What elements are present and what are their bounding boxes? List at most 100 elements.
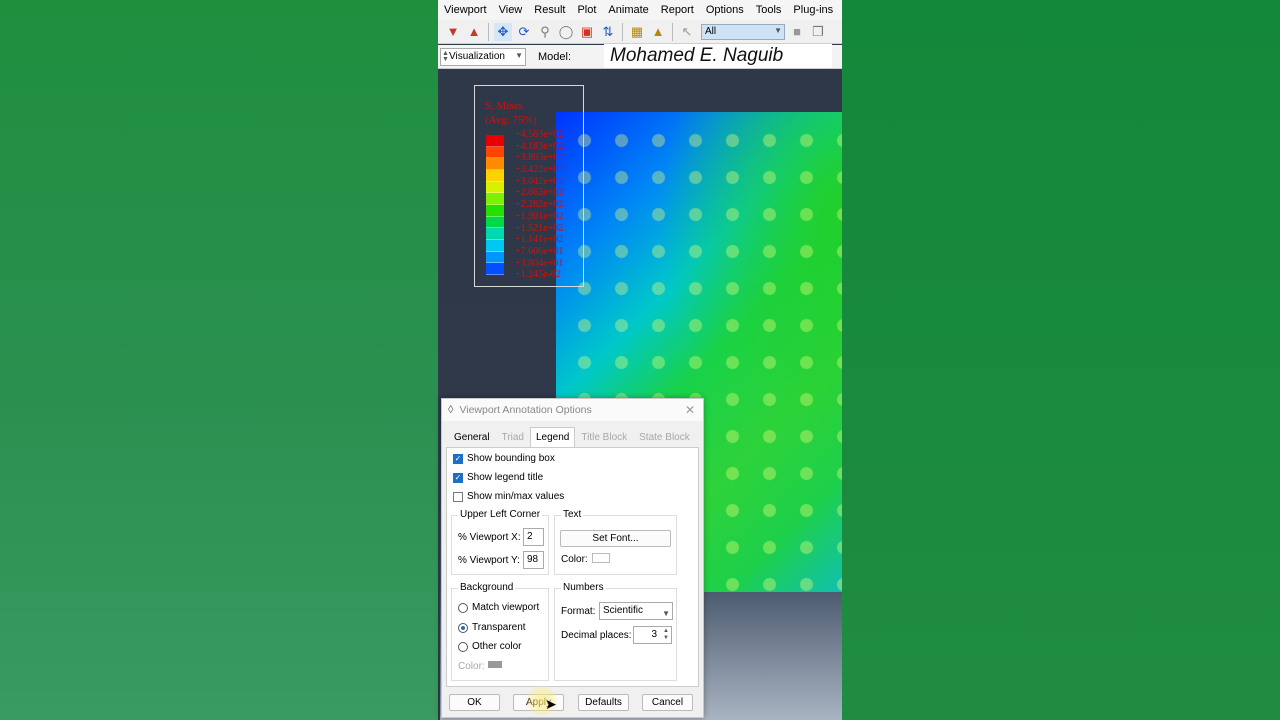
- legend-value: +2.282e+02: [515, 199, 564, 211]
- box-zoom-icon[interactable]: ◯: [557, 23, 575, 41]
- decimal-places-value: 3: [651, 629, 657, 640]
- legend-color-bar: [486, 135, 504, 276]
- legend-title: S, Mises (Avg: 75%): [485, 99, 536, 127]
- tab-general[interactable]: General: [448, 427, 496, 447]
- other-color-radio[interactable]: Other color: [458, 641, 521, 652]
- show-bounding-box-label: Show bounding box: [467, 453, 555, 464]
- text-color-swatch[interactable]: [592, 553, 610, 563]
- selection-option-icon[interactable]: ■: [788, 23, 806, 41]
- text-color-label: Color:: [561, 554, 588, 565]
- radio-off-icon: [458, 641, 468, 652]
- selection-filter-select[interactable]: All ▼: [701, 23, 785, 40]
- menu-options[interactable]: Options: [700, 4, 750, 16]
- legend-color-band: [486, 181, 504, 194]
- menu-result[interactable]: Result: [528, 4, 571, 16]
- show-legend-title-checkbox[interactable]: ✓ Show legend title: [453, 472, 543, 483]
- menu-report[interactable]: Report: [655, 4, 700, 16]
- auto-fit-icon[interactable]: ▣: [578, 23, 596, 41]
- chevron-down-icon: ▼: [515, 50, 523, 60]
- toolbar-divider: [672, 22, 673, 41]
- viewport-annotation-dialog: ◊ Viewport Annotation Options ✕ General …: [441, 398, 704, 718]
- mesh-icon[interactable]: ▲: [649, 23, 667, 41]
- checkmark-icon: ✓: [453, 453, 463, 464]
- background-group: Background Match viewport Transparent Ot…: [451, 582, 549, 681]
- import-icon[interactable]: ▼: [444, 23, 462, 41]
- empty-checkbox-icon: [453, 491, 463, 502]
- decimal-places-spinbox[interactable]: 3 ▲ ▼: [633, 626, 672, 644]
- toolbar-divider: [488, 22, 489, 41]
- legend-value: +4.563e+02: [515, 129, 564, 140]
- show-bounding-box-checkbox[interactable]: ✓ Show bounding box: [453, 453, 555, 464]
- menu-tools[interactable]: Tools: [750, 4, 788, 16]
- cancel-button[interactable]: Cancel: [642, 694, 693, 711]
- match-viewport-radio[interactable]: Match viewport: [458, 602, 539, 613]
- radio-on-icon: [458, 622, 468, 633]
- spin-arrows-icon[interactable]: ▲ ▼: [663, 628, 669, 642]
- background-color-swatch[interactable]: [488, 661, 502, 668]
- legend-color-band: [486, 146, 504, 159]
- menu-plot[interactable]: Plot: [571, 4, 602, 16]
- numbers-group-title: Numbers: [561, 582, 606, 593]
- format-value: Scientific: [603, 605, 644, 616]
- legend-labels: +4.563e+02 +4.183e+02 +3.803e+02 +3.422e+02…: [515, 129, 563, 281]
- close-icon[interactable]: ✕: [685, 403, 695, 417]
- legend-color-band: [486, 251, 504, 264]
- cycle-views-icon[interactable]: ⇅: [599, 23, 617, 41]
- rotate-icon[interactable]: ⟳: [515, 23, 533, 41]
- legend-color-band: [486, 170, 504, 182]
- other-color-label: Other color: [472, 641, 522, 652]
- legend: S, Mises (Avg: 75%) +4.563e+02 +4.183e+02…: [474, 85, 584, 287]
- radio-off-icon: [458, 602, 468, 613]
- numbers-group: Numbers Format: Scientific ▼ Decimal pla…: [554, 582, 677, 681]
- pan-icon[interactable]: ✥: [494, 22, 512, 41]
- legend-tab-panel: ✓ Show bounding box ✓ Show legend title …: [446, 447, 699, 687]
- legend-title-line2: (Avg: 75%): [485, 114, 537, 126]
- menu-help[interactable]: H: [839, 4, 842, 16]
- legend-value: +3.422e+02: [515, 164, 564, 176]
- legend-color-band: [486, 228, 504, 241]
- tab-state-block[interactable]: State Block: [633, 427, 696, 447]
- render-style-icon[interactable]: ▦: [628, 23, 646, 41]
- menu-viewport[interactable]: Viewport: [438, 4, 493, 16]
- dialog-title: Viewport Annotation Options: [459, 404, 592, 416]
- transparent-radio[interactable]: Transparent: [458, 622, 526, 633]
- legend-color-band: [486, 205, 504, 217]
- chevron-down-icon: ▼: [662, 609, 670, 618]
- viewport-x-input[interactable]: 2: [523, 528, 544, 546]
- tab-title-block[interactable]: Title Block: [575, 427, 633, 447]
- module-select[interactable]: ▲ ▼ Visualization ▼: [440, 47, 526, 66]
- legend-color-band: [486, 240, 504, 252]
- upper-left-corner-group: Upper Left Corner % Viewport X: 2 % View…: [451, 509, 549, 575]
- checkmark-icon: ✓: [453, 472, 463, 483]
- copy-viewport-icon[interactable]: ❐: [809, 23, 827, 41]
- format-label: Format:: [561, 606, 596, 617]
- menu-view[interactable]: View: [493, 4, 529, 16]
- module-value: Visualization: [449, 51, 505, 62]
- format-select[interactable]: Scientific ▼: [599, 602, 673, 620]
- viewport-y-label: % Viewport Y:: [458, 555, 520, 566]
- selection-filter-value: All: [705, 26, 717, 37]
- spin-icon: ▲ ▼: [442, 49, 449, 63]
- legend-color-band: [486, 135, 504, 147]
- export-icon[interactable]: ▲: [465, 23, 483, 41]
- viewport-y-input[interactable]: 98: [523, 551, 544, 569]
- defaults-button[interactable]: Defaults: [578, 694, 629, 711]
- ok-button[interactable]: OK: [449, 694, 500, 711]
- legend-color-band: [486, 158, 504, 171]
- author-watermark: Mohamed E. Naguib: [604, 44, 832, 68]
- legend-value: +1.245e-02: [515, 269, 561, 281]
- tab-legend[interactable]: Legend: [530, 427, 576, 447]
- legend-value: +1.141e+02: [515, 234, 564, 246]
- legend-title-line1: S, Mises: [485, 100, 523, 112]
- select-arrow-icon[interactable]: ↖: [678, 23, 696, 41]
- menu-plugins[interactable]: Plug-ins: [787, 4, 839, 16]
- background-group-title: Background: [458, 582, 516, 593]
- chevron-down-icon: ▼: [774, 25, 782, 35]
- set-font-button[interactable]: Set Font...: [560, 530, 671, 547]
- show-minmax-checkbox[interactable]: Show min/max values: [453, 491, 564, 502]
- zoom-icon[interactable]: ⚲: [536, 23, 554, 41]
- menu-animate[interactable]: Animate: [602, 4, 654, 16]
- decimal-places-label: Decimal places:: [561, 630, 632, 641]
- tab-triad[interactable]: Triad: [496, 427, 530, 447]
- legend-value: +3.042e+02: [515, 175, 564, 187]
